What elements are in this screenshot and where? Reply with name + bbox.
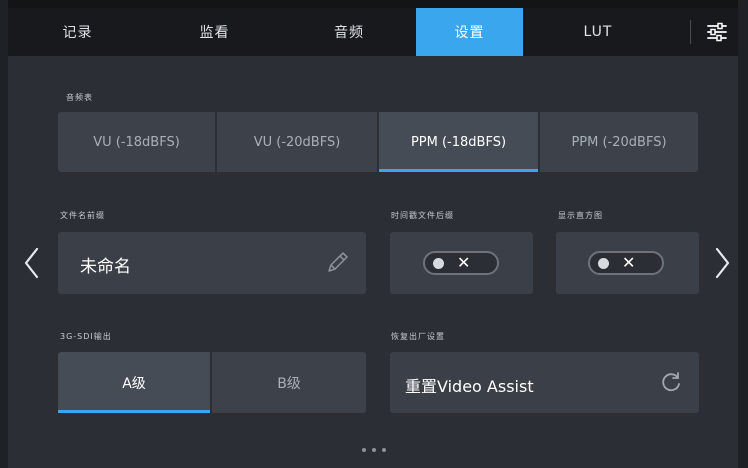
page-dot[interactable] [362,448,366,452]
sliders-icon [706,22,727,42]
tab-record[interactable]: 记录 [8,8,147,56]
option-label: B级 [277,375,301,392]
sdi-output-option-b[interactable]: B级 [212,352,366,413]
reset-button-label: 重置Video Assist [405,377,534,396]
audio-meter-label: 音频表 [66,93,93,102]
reset-icon [662,372,680,392]
audio-meter-option-vu18[interactable]: VU (-18dBFS) [58,112,215,172]
toggle-knob [598,258,609,269]
toggle-knob [433,258,444,269]
selected-indicator [58,410,210,413]
option-label: VU (-18dBFS) [93,134,180,150]
option-label: PPM (-20dBFS) [571,134,667,150]
option-label: A级 [122,375,146,392]
previous-page-arrow-icon[interactable] [22,246,42,280]
bezel-top [0,0,748,8]
tab-monitor[interactable]: 监看 [147,8,282,56]
filename-prefix-label: 文件名前缀 [60,211,105,220]
toggle-off-icon: ✕ [457,253,471,272]
tab-divider [690,20,691,44]
edit-pencil-icon [328,252,348,272]
toggle-off-icon: ✕ [622,253,636,272]
page-dot[interactable] [382,448,386,452]
histogram-label: 显示直方图 [558,211,603,220]
bezel-left [0,0,8,468]
next-page-arrow-icon[interactable] [712,246,732,280]
tab-lut[interactable]: LUT [523,8,673,56]
tab-lut-label: LUT [583,24,613,40]
page-dot[interactable] [372,448,376,452]
timestamp-suffix-card: ✕ [390,232,533,294]
audio-meter-option-vu20[interactable]: VU (-20dBFS) [217,112,377,172]
reset-video-assist-button[interactable]: 重置Video Assist [390,352,699,413]
tab-settings-label: 设置 [454,25,485,41]
filename-prefix-field[interactable]: 未命名 [58,232,366,294]
audio-meter-option-ppm18[interactable]: PPM (-18dBFS) [379,112,538,172]
timestamp-suffix-label: 时间戳文件后缀 [391,211,454,220]
tab-settings[interactable]: 设置 [416,8,523,56]
sdi-output-option-a[interactable]: A级 [58,352,210,413]
bezel-right [738,0,748,468]
selected-indicator [379,169,538,172]
histogram-toggle[interactable]: ✕ [588,251,664,275]
filename-prefix-value: 未命名 [80,257,131,277]
histogram-card: ✕ [556,232,699,294]
option-label: VU (-20dBFS) [253,134,341,150]
tab-monitor-label: 监看 [199,25,230,41]
tab-bar: 记录 监看 音频 设置 LUT [8,8,738,56]
option-label: PPM (-18dBFS) [410,134,507,150]
tab-audio[interactable]: 音频 [282,8,416,56]
settings-sliders-button[interactable] [695,8,738,56]
tab-audio-label: 音频 [334,25,364,41]
factory-reset-label: 恢复出厂设置 [391,332,445,341]
pagination-dots [362,448,386,452]
audio-meter-option-ppm20[interactable]: PPM (-20dBFS) [540,112,698,172]
sdi-output-label: 3G-SDI输出 [60,332,112,341]
timestamp-suffix-toggle[interactable]: ✕ [423,251,499,275]
tab-record-label: 记录 [62,25,93,41]
